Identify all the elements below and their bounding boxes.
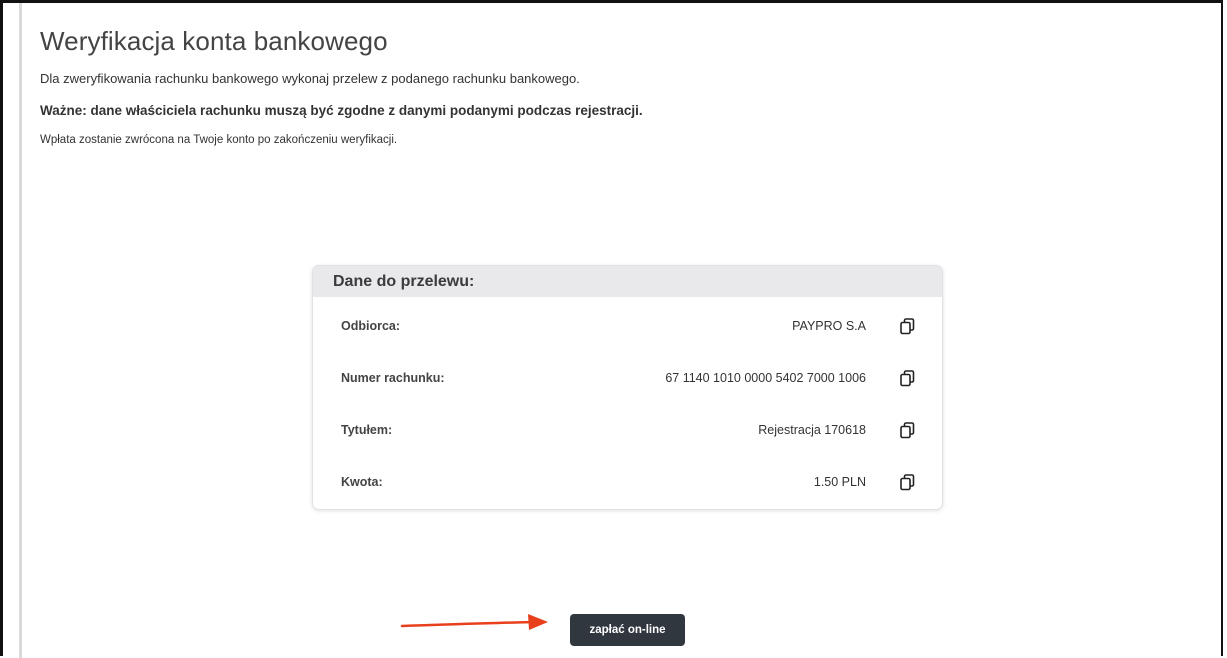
copy-icon[interactable] (898, 316, 918, 336)
title-row: Tytułem: Rejestracja 170618 (313, 418, 942, 442)
refund-notice: Wpłata zostanie zwrócona na Twoje konto … (40, 134, 398, 146)
amount-row: Kwota: 1.50 PLN (313, 470, 942, 494)
recipient-row: Odbiorca: PAYPRO S.A (313, 314, 942, 338)
recipient-value: PAYPRO S.A (792, 319, 866, 333)
pay-online-button[interactable]: zapłać on-line (570, 614, 685, 646)
account-number-label: Numer rachunku: (341, 371, 445, 385)
amount-label: Kwota: (341, 475, 383, 489)
transfer-title-value: Rejestracja 170618 (758, 423, 866, 437)
account-number-row: Numer rachunku: 67 1140 1010 0000 5402 7… (313, 366, 942, 390)
transfer-title-label: Tytułem: (341, 423, 393, 437)
card-header: Dane do przelewu: (313, 266, 942, 297)
important-notice: Ważne: dane właściciela rachunku muszą b… (40, 103, 643, 118)
page-title: Weryfikacja konta bankowego (40, 26, 388, 56)
annotation-arrow (400, 614, 548, 630)
copy-icon[interactable] (898, 472, 918, 492)
account-number-value: 67 1140 1010 0000 5402 7000 1006 (665, 371, 866, 385)
copy-icon[interactable] (898, 368, 918, 388)
intro-text: Dla zweryfikowania rachunku bankowego wy… (40, 71, 580, 86)
recipient-label: Odbiorca: (341, 319, 401, 333)
left-rule (19, 3, 22, 658)
transfer-details-card: Dane do przelewu: Odbiorca: PAYPRO S.A N… (312, 265, 943, 510)
copy-icon[interactable] (898, 420, 918, 440)
amount-value: 1.50 PLN (813, 475, 866, 489)
